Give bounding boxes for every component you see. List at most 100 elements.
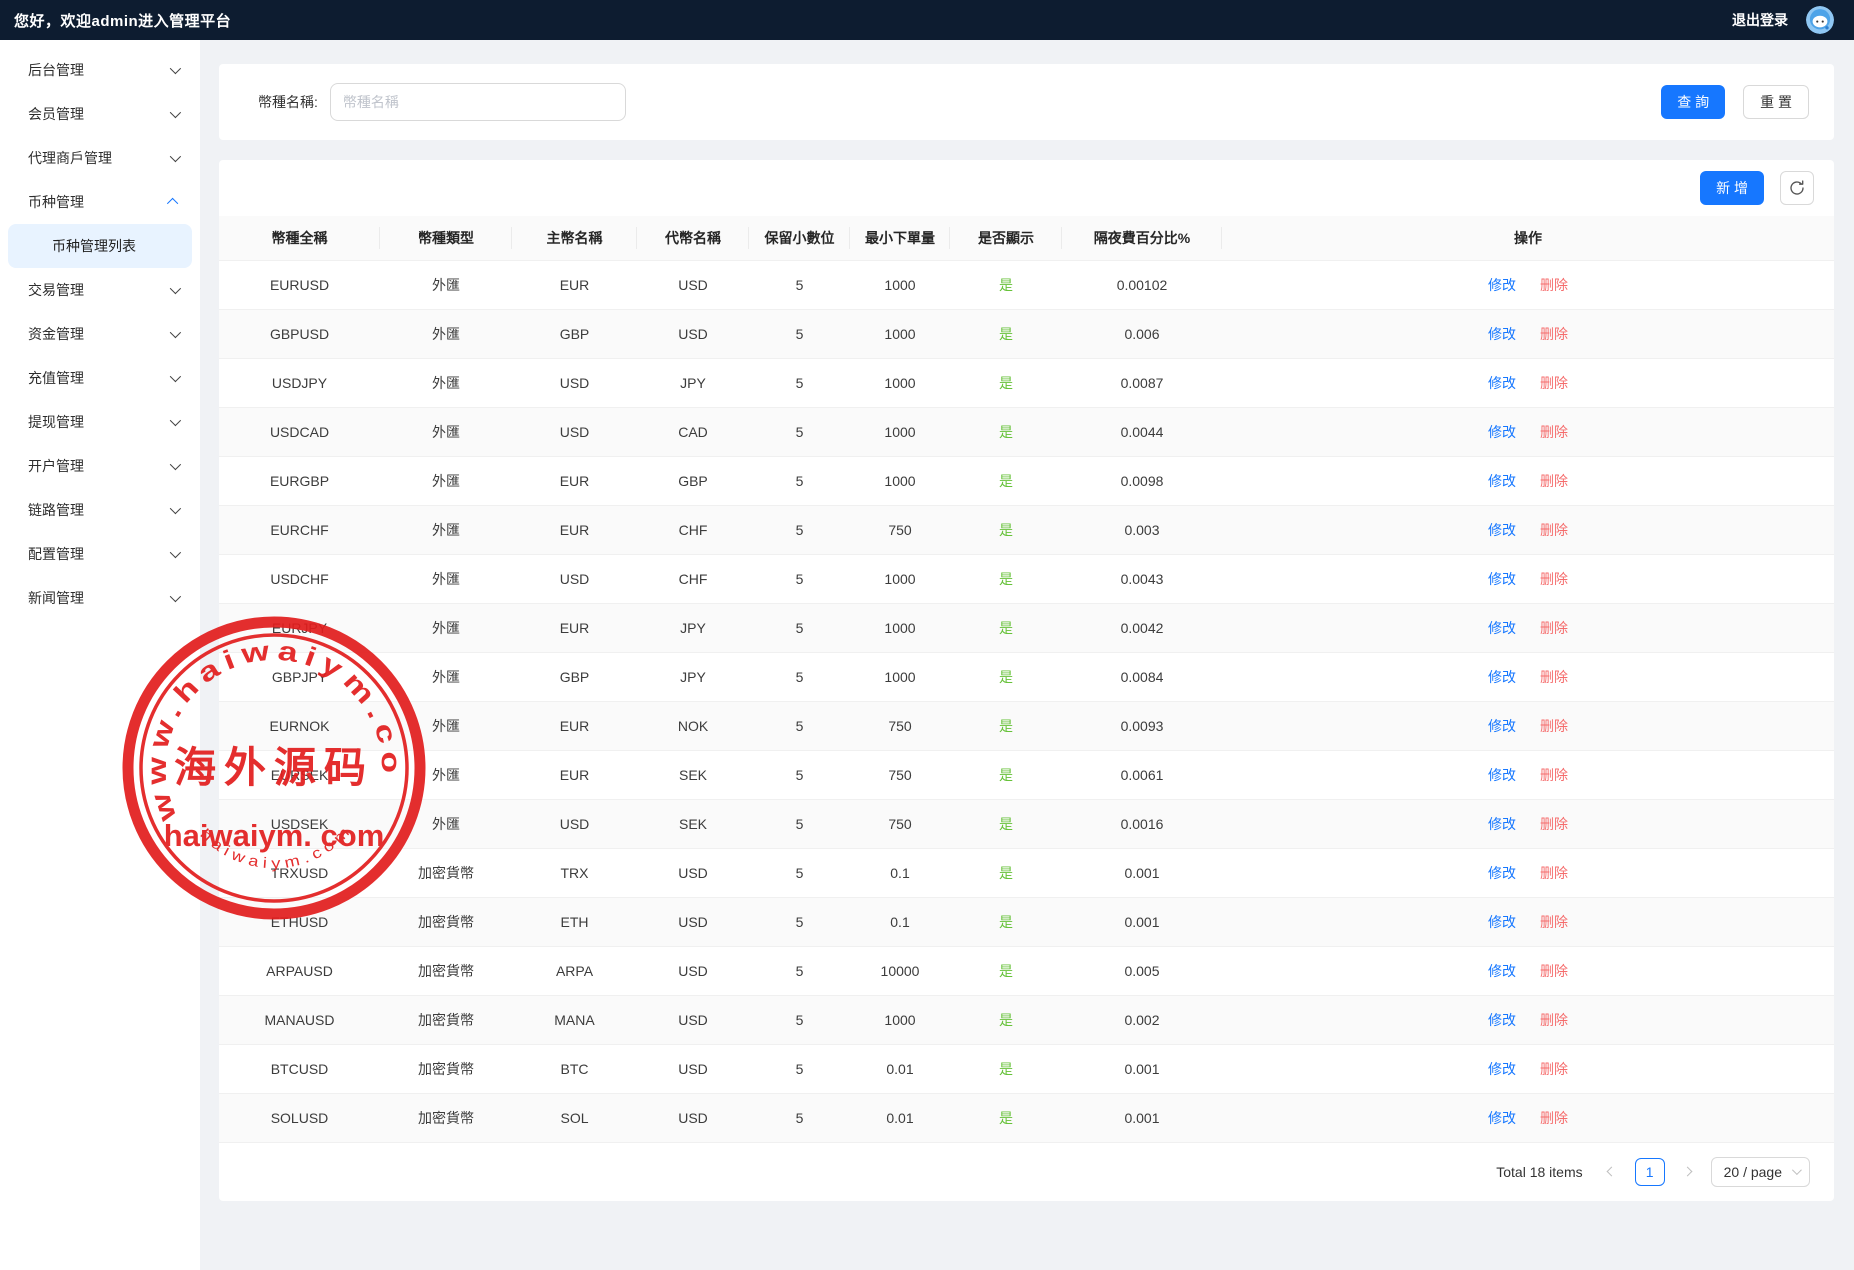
sidebar-item[interactable]: 提现管理 <box>0 400 200 444</box>
delete-link[interactable]: 删除 <box>1540 1110 1568 1126</box>
decimals-cell: 5 <box>749 603 850 652</box>
add-button[interactable]: 新 增 <box>1700 171 1764 205</box>
sidebar-item[interactable]: 会员管理 <box>0 92 200 136</box>
min-order-cell: 1000 <box>850 407 950 456</box>
logout-button[interactable]: 退出登录 <box>1732 10 1788 30</box>
decimals-cell: 5 <box>749 1044 850 1093</box>
delete-link[interactable]: 删除 <box>1540 914 1568 930</box>
sidebar-item[interactable]: 充值管理 <box>0 356 200 400</box>
edit-link[interactable]: 修改 <box>1488 424 1516 440</box>
edit-link[interactable]: 修改 <box>1488 767 1516 783</box>
edit-link[interactable]: 修改 <box>1488 375 1516 391</box>
delete-link[interactable]: 删除 <box>1540 375 1568 391</box>
actions-cell: 修改 删除 <box>1222 897 1834 946</box>
quote-currency-cell: USD <box>637 946 749 995</box>
sidebar-item[interactable]: 币种管理 <box>0 180 200 224</box>
delete-link[interactable]: 删除 <box>1540 277 1568 293</box>
delete-link[interactable]: 删除 <box>1540 865 1568 881</box>
chevron-down-icon <box>170 107 181 118</box>
type-cell: 加密貨幣 <box>380 946 512 995</box>
refresh-button[interactable] <box>1780 171 1814 205</box>
delete-link[interactable]: 删除 <box>1540 424 1568 440</box>
delete-link[interactable]: 删除 <box>1540 669 1568 685</box>
delete-link[interactable]: 删除 <box>1540 326 1568 342</box>
edit-link[interactable]: 修改 <box>1488 865 1516 881</box>
currency-name-input[interactable] <box>330 83 626 121</box>
delete-link[interactable]: 删除 <box>1540 522 1568 538</box>
min-order-cell: 1000 <box>850 995 950 1044</box>
visible-cell: 是 <box>950 1093 1062 1142</box>
min-order-cell: 750 <box>850 505 950 554</box>
edit-link[interactable]: 修改 <box>1488 620 1516 636</box>
main-content: 幣種名稱: 查 詢 重 置 新 增 幣種全稱幣種類型主幣名稱代幣名稱保留小數位最… <box>200 40 1854 1270</box>
edit-link[interactable]: 修改 <box>1488 1012 1516 1028</box>
reset-button[interactable]: 重 置 <box>1743 85 1809 119</box>
sidebar-item[interactable]: 新闻管理 <box>0 576 200 620</box>
actions-cell: 修改 删除 <box>1222 946 1834 995</box>
sidebar-item-label: 充值管理 <box>28 368 84 388</box>
sidebar-item[interactable]: 配置管理 <box>0 532 200 576</box>
delete-link[interactable]: 删除 <box>1540 767 1568 783</box>
chevron-down-icon <box>170 503 181 514</box>
delete-link[interactable]: 删除 <box>1540 473 1568 489</box>
delete-link[interactable]: 删除 <box>1540 1012 1568 1028</box>
delete-link[interactable]: 删除 <box>1540 718 1568 734</box>
chevron-down-icon <box>170 283 181 294</box>
delete-link[interactable]: 删除 <box>1540 963 1568 979</box>
pair-cell: EURCHF <box>219 505 380 554</box>
edit-link[interactable]: 修改 <box>1488 718 1516 734</box>
sidebar-item[interactable]: 交易管理 <box>0 268 200 312</box>
delete-link[interactable]: 删除 <box>1540 816 1568 832</box>
edit-link[interactable]: 修改 <box>1488 571 1516 587</box>
edit-link[interactable]: 修改 <box>1488 277 1516 293</box>
query-button[interactable]: 查 詢 <box>1661 85 1725 119</box>
decimals-cell: 5 <box>749 946 850 995</box>
type-cell: 加密貨幣 <box>380 1093 512 1142</box>
next-page-button[interactable] <box>1675 1158 1701 1186</box>
edit-link[interactable]: 修改 <box>1488 1061 1516 1077</box>
sidebar-item-label: 资金管理 <box>28 324 84 344</box>
actions-cell: 修改 删除 <box>1222 407 1834 456</box>
delete-link[interactable]: 删除 <box>1540 1061 1568 1077</box>
sidebar-item-label: 代理商戶管理 <box>28 148 112 168</box>
pair-cell: EURUSD <box>219 260 380 309</box>
table-row: EURGBP外匯EURGBP51000是0.0098修改删除 <box>219 456 1834 505</box>
prev-page-button[interactable] <box>1599 1158 1625 1186</box>
base-currency-cell: GBP <box>512 309 637 358</box>
chevron-up-icon <box>167 198 178 209</box>
edit-link[interactable]: 修改 <box>1488 914 1516 930</box>
edit-link[interactable]: 修改 <box>1488 1110 1516 1126</box>
delete-link[interactable]: 删除 <box>1540 571 1568 587</box>
base-currency-cell: EUR <box>512 750 637 799</box>
page-number-button[interactable]: 1 <box>1635 1158 1665 1186</box>
pair-cell: SOLUSD <box>219 1093 380 1142</box>
min-order-cell: 1000 <box>850 456 950 505</box>
user-avatar[interactable] <box>1806 6 1834 34</box>
sidebar-subitem-active[interactable]: 币种管理列表 <box>8 224 192 268</box>
edit-link[interactable]: 修改 <box>1488 326 1516 342</box>
sidebar-item[interactable]: 资金管理 <box>0 312 200 356</box>
actions-cell: 修改 删除 <box>1222 358 1834 407</box>
edit-link[interactable]: 修改 <box>1488 816 1516 832</box>
visible-cell: 是 <box>950 260 1062 309</box>
decimals-cell: 5 <box>749 1093 850 1142</box>
page-size-select[interactable]: 20 / page <box>1711 1157 1810 1187</box>
sidebar-item[interactable]: 开户管理 <box>0 444 200 488</box>
delete-link[interactable]: 删除 <box>1540 620 1568 636</box>
quote-currency-cell: CHF <box>637 505 749 554</box>
table-row: EURNOK外匯EURNOK5750是0.0093修改删除 <box>219 701 1834 750</box>
type-cell: 外匯 <box>380 309 512 358</box>
sidebar-item[interactable]: 后台管理 <box>0 48 200 92</box>
edit-link[interactable]: 修改 <box>1488 473 1516 489</box>
sidebar-item[interactable]: 代理商戶管理 <box>0 136 200 180</box>
min-order-cell: 750 <box>850 701 950 750</box>
edit-link[interactable]: 修改 <box>1488 669 1516 685</box>
decimals-cell: 5 <box>749 260 850 309</box>
min-order-cell: 1000 <box>850 309 950 358</box>
edit-link[interactable]: 修改 <box>1488 963 1516 979</box>
sidebar-item[interactable]: 链路管理 <box>0 488 200 532</box>
edit-link[interactable]: 修改 <box>1488 522 1516 538</box>
sidebar-item-label: 提现管理 <box>28 412 84 432</box>
visible-cell: 是 <box>950 995 1062 1044</box>
visible-cell: 是 <box>950 799 1062 848</box>
